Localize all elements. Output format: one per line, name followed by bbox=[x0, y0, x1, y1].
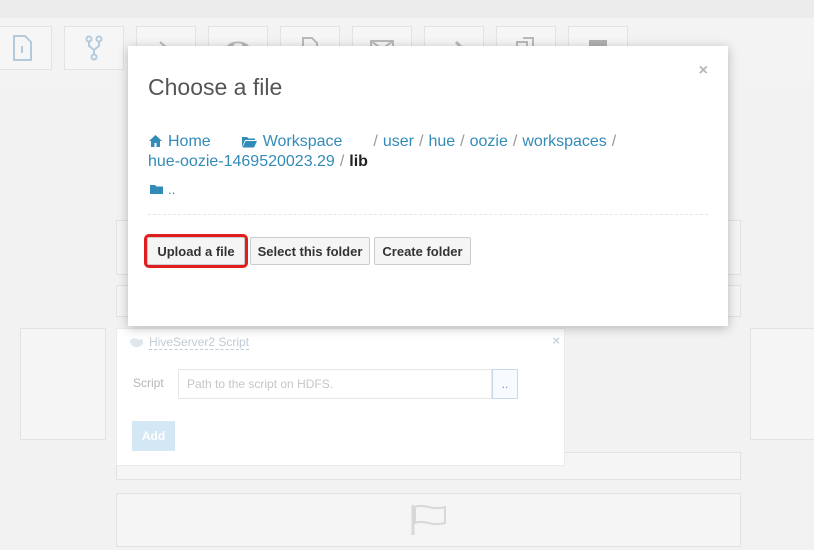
hiveserver2-script-node: HiveServer2 Script × Script .. Add bbox=[116, 328, 565, 466]
browse-button[interactable]: .. bbox=[492, 369, 518, 399]
breadcrumb-user[interactable]: user bbox=[383, 133, 414, 150]
node-header: HiveServer2 Script bbox=[127, 335, 250, 350]
home-icon bbox=[149, 135, 162, 147]
breadcrumb-oozie[interactable]: oozie bbox=[470, 133, 508, 150]
breadcrumb-home[interactable]: Home bbox=[148, 133, 211, 150]
breadcrumb-workspace[interactable]: Workspace bbox=[241, 133, 343, 150]
breadcrumb-workflow-dir[interactable]: hue-oozie-1469520023.29 bbox=[148, 153, 335, 170]
script-path-input[interactable] bbox=[178, 369, 492, 399]
upload-file-button[interactable]: Upload a file bbox=[144, 234, 248, 268]
breadcrumb-current: lib bbox=[349, 153, 368, 170]
top-bar bbox=[0, 0, 814, 18]
ghost-drop-zone bbox=[750, 328, 814, 440]
script-label: Script bbox=[133, 376, 164, 390]
breadcrumb-separator: / bbox=[512, 133, 518, 150]
breadcrumb-home-label: Home bbox=[168, 133, 211, 150]
hive-file-icon[interactable] bbox=[0, 26, 52, 70]
breadcrumb-hue[interactable]: hue bbox=[428, 133, 455, 150]
fork-icon[interactable] bbox=[64, 26, 124, 70]
divider bbox=[148, 214, 708, 215]
create-folder-button[interactable]: Create folder bbox=[374, 237, 471, 265]
breadcrumb-separator: / bbox=[611, 133, 617, 150]
breadcrumb-separator: / bbox=[373, 133, 378, 150]
node-title[interactable]: HiveServer2 Script bbox=[149, 335, 250, 350]
breadcrumb-workspace-label: Workspace bbox=[262, 133, 343, 150]
choose-file-modal: Choose a file × Home Workspace / user / hue / o… bbox=[128, 46, 728, 326]
parent-directory-label: .. bbox=[168, 182, 176, 197]
close-icon[interactable]: × bbox=[552, 333, 560, 348]
breadcrumb-separator: / bbox=[460, 133, 465, 150]
breadcrumb: Home Workspace / user / hue / oozie / workspaces /… bbox=[148, 132, 708, 172]
end-node bbox=[116, 493, 741, 547]
ghost-drop-zone bbox=[20, 328, 106, 440]
hive-logo-icon bbox=[130, 337, 144, 347]
modal-title: Choose a file bbox=[148, 74, 283, 100]
breadcrumb-separator: / bbox=[419, 133, 424, 150]
add-button[interactable]: Add bbox=[132, 421, 175, 451]
flag-icon bbox=[411, 504, 446, 535]
parent-directory-link[interactable]: .. bbox=[150, 182, 175, 197]
breadcrumb-workspaces[interactable]: workspaces bbox=[522, 133, 606, 150]
select-folder-button[interactable]: Select this folder bbox=[250, 237, 370, 265]
breadcrumb-separator: / bbox=[339, 153, 345, 170]
folder-icon bbox=[150, 185, 163, 194]
close-icon[interactable]: × bbox=[699, 62, 708, 80]
folder-open-icon bbox=[241, 137, 257, 148]
